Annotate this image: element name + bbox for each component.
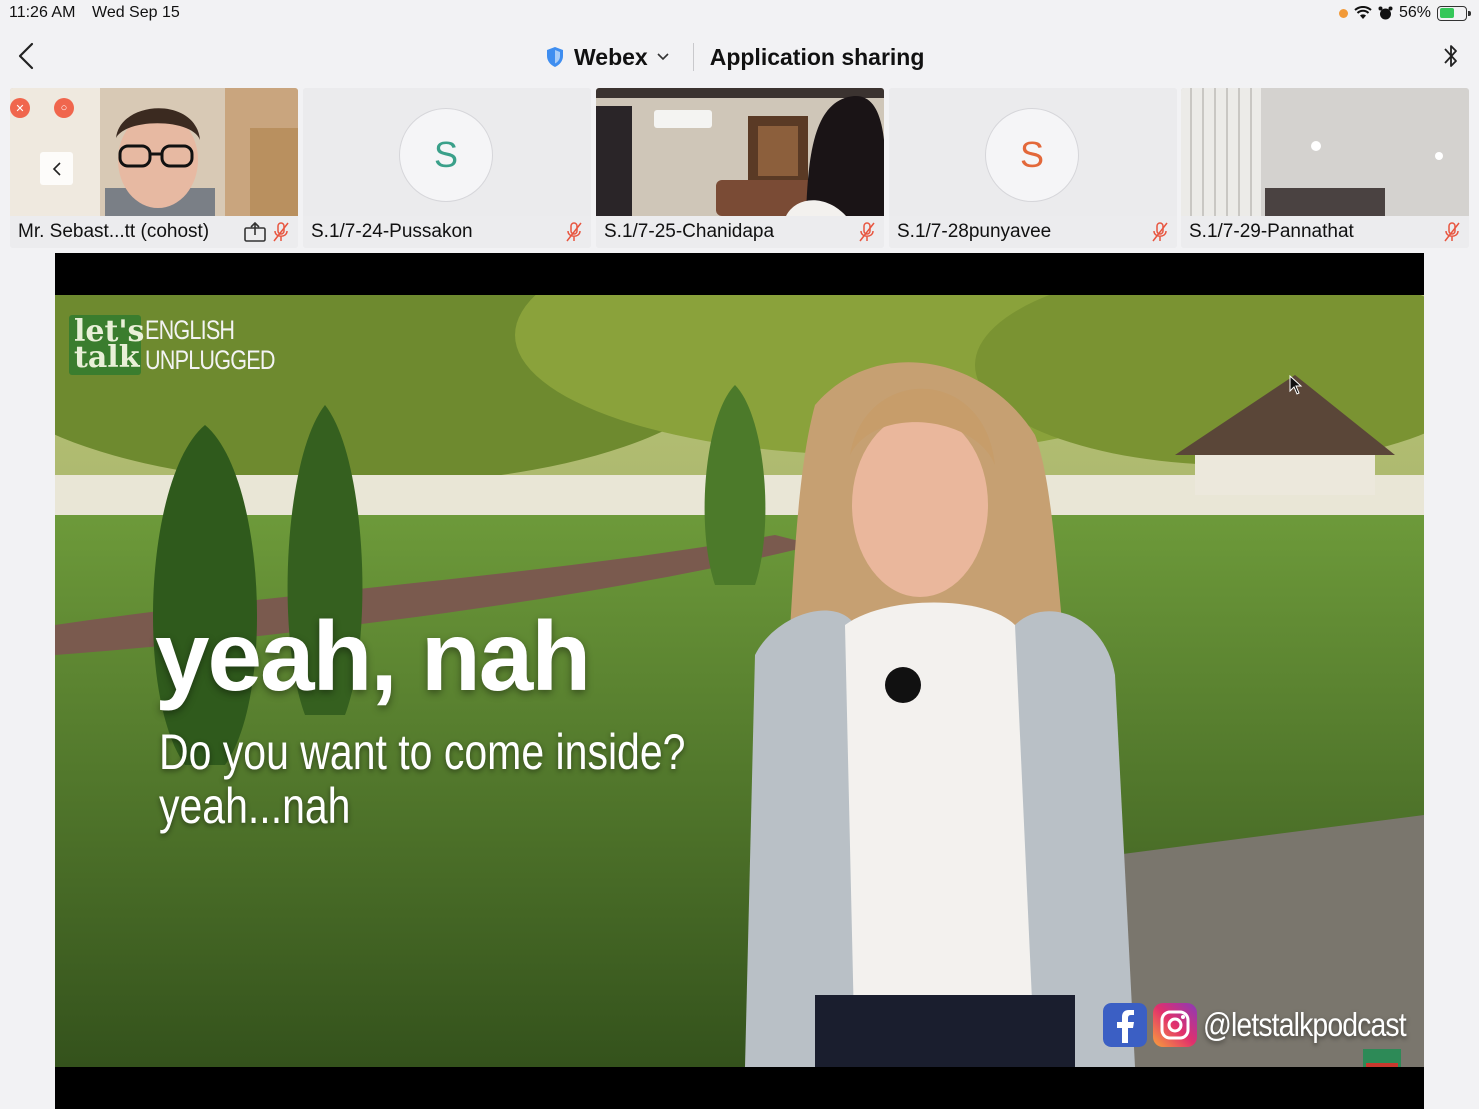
wifi-icon	[1354, 6, 1372, 19]
participant-tile[interactable]: S.1/7-25-Chanidapa	[596, 88, 884, 248]
caption-line-1: Do you want to come inside?	[159, 724, 686, 780]
instagram-icon	[1153, 1003, 1197, 1047]
participant-name: S.1/7-24-Pussakon	[311, 221, 473, 242]
alarm-icon	[1378, 6, 1393, 19]
participant-name-row: S.1/7-28punyavee	[889, 216, 1177, 248]
mic-muted-icon	[273, 222, 289, 242]
status-time: 11:26 AM	[9, 4, 76, 21]
shared-video-frame: let's talk ENGLISH UNPLUGGED yeah, nah D…	[55, 295, 1424, 1067]
mic-muted-icon	[566, 222, 582, 242]
facebook-icon	[1103, 1003, 1147, 1047]
participant-video	[1181, 88, 1469, 216]
participant-tile[interactable]: ✕ ○ Mr. Sebast...tt (cohost)	[10, 88, 298, 248]
caption-line-2: yeah...nah	[159, 778, 351, 834]
participant-name-row: S.1/7-24-Pussakon	[303, 216, 591, 248]
social-handle: @letstalkpodcast	[1203, 1006, 1407, 1043]
avatar: S	[399, 108, 493, 202]
logo-word-1: ENGLISH	[145, 315, 235, 345]
participant-name-row: Mr. Sebast...tt (cohost)	[10, 216, 298, 248]
participant-name: S.1/7-25-Chanidapa	[604, 221, 775, 242]
participant-tile[interactable]: S S.1/7-24-Pussakon	[303, 88, 591, 248]
shared-screen[interactable]: let's talk ENGLISH UNPLUGGED yeah, nah D…	[55, 253, 1424, 1109]
social-links: @letstalkpodcast	[1103, 1003, 1424, 1047]
caption-subtitle: Do you want to come inside? yeah...nah	[159, 725, 685, 833]
logo-word-2: UNPLUGGED	[145, 345, 275, 375]
battery-charging-icon	[1437, 5, 1471, 21]
participant-strip: ✕ ○ Mr. Sebast...tt (cohost) S S.1/7-24-…	[0, 88, 1479, 250]
participant-tile[interactable]: S S.1/7-28punyavee	[889, 88, 1177, 248]
chevron-left-small-icon	[52, 161, 61, 176]
nav-bar: Webex Application sharing	[0, 28, 1479, 86]
mic-muted-icon	[859, 222, 875, 242]
participant-name-row: S.1/7-25-Chanidapa	[596, 216, 884, 248]
participant-name: S.1/7-29-Pannathat	[1189, 221, 1354, 242]
status-right: 56%	[1338, 4, 1471, 22]
mic-muted-icon	[1444, 222, 1460, 242]
mic-off-badge-icon: ✕	[10, 98, 30, 118]
battery-percent: 56%	[1398, 4, 1431, 21]
chevron-down-icon[interactable]	[657, 53, 669, 61]
strip-previous-button[interactable]	[40, 152, 73, 185]
nav-divider	[692, 43, 694, 71]
status-date: Wed Sep 15	[92, 4, 180, 21]
video-letterbox-bottom	[55, 1067, 1424, 1109]
record-badge-icon: ○	[54, 98, 74, 118]
battery-fill	[1439, 8, 1454, 18]
participant-video	[596, 88, 884, 216]
nav-center: Webex Application sharing	[545, 40, 924, 74]
bluetooth-icon[interactable]	[1441, 40, 1461, 72]
channel-logo: let's talk ENGLISH UNPLUGGED	[69, 315, 307, 375]
share-screen-icon	[244, 222, 266, 242]
logo-words: ENGLISH UNPLUGGED	[145, 315, 275, 375]
participant-name: Mr. Sebast...tt (cohost)	[18, 221, 210, 242]
status-bar: 11:26 AM Wed Sep 15 56%	[0, 0, 1479, 28]
subscribe-badge	[1363, 1049, 1401, 1067]
shield-icon	[547, 47, 563, 67]
avatar: S	[985, 108, 1079, 202]
chevron-left-icon[interactable]	[12, 40, 40, 72]
app-switcher-button[interactable]: Webex	[574, 44, 648, 71]
participant-name-row: S.1/7-29-Pannathat	[1181, 216, 1469, 248]
recording-dot-icon	[1338, 8, 1348, 18]
logo-mark: let's talk	[69, 315, 144, 375]
mic-muted-icon	[1152, 222, 1168, 242]
page-title: Application sharing	[709, 43, 925, 70]
participant-tile[interactable]: S.1/7-29-Pannathat	[1181, 88, 1469, 248]
mouse-cursor-icon	[1289, 375, 1303, 395]
participant-name: S.1/7-28punyavee	[897, 221, 1052, 242]
caption-title: yeah, nah	[155, 601, 591, 711]
